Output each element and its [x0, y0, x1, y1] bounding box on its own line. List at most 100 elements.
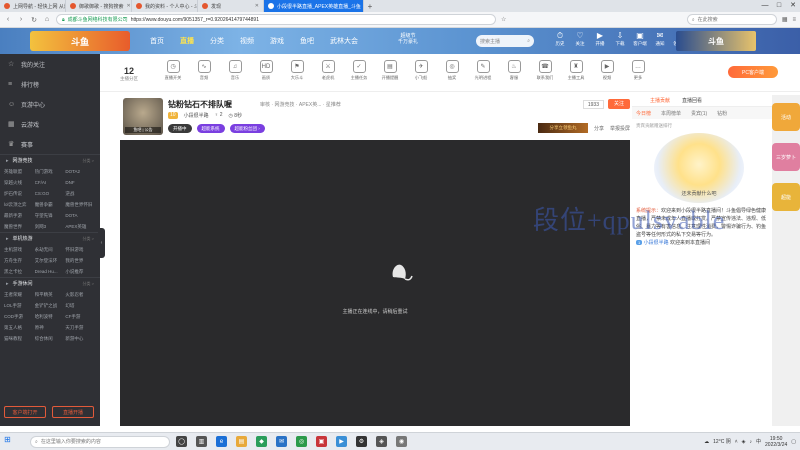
- report-button[interactable]: 举报投屏: [610, 125, 630, 132]
- sidebar-category-link[interactable]: CF/AI: [35, 177, 66, 188]
- category-item[interactable]: ◷ 直播开关: [160, 60, 186, 81]
- sidebar-category-link[interactable]: 天刀手游: [65, 322, 96, 333]
- sidebar-item[interactable]: ♛ 赛事: [0, 134, 100, 154]
- browser-tab[interactable]: 御歌御歌 - 搜狗搜索 ✕: [66, 0, 132, 12]
- sidebar-category-link[interactable]: 守望先锋: [35, 210, 66, 221]
- header-action[interactable]: ♡ 关注: [573, 31, 587, 47]
- sidebar-category-link[interactable]: 王者荣耀: [4, 289, 35, 300]
- sidebar-category-link[interactable]: 和平精英: [35, 289, 66, 300]
- pc-client-button[interactable]: PC客户端: [728, 66, 778, 78]
- notification-icon[interactable]: ▢: [791, 439, 796, 445]
- browser-tab[interactable]: 小段很半路直播_APEX英雄直播_斗鱼✕: [264, 0, 364, 12]
- category-item[interactable]: ☎ 联系我们: [532, 60, 558, 81]
- category-item[interactable]: ⚔ 老虎机: [315, 60, 341, 81]
- sidebar-category-link[interactable]: 剑网3: [35, 221, 66, 232]
- sidebar-category-link[interactable]: 艾尔登法环: [35, 255, 66, 266]
- new-tab-button[interactable]: +: [364, 0, 376, 12]
- sidebar-category-link[interactable]: 逆战: [65, 188, 96, 199]
- taskbar-app-icon[interactable]: ✉: [276, 436, 287, 447]
- sidebar-category-link[interactable]: 金铲铲之战: [35, 300, 66, 311]
- category-item[interactable]: ♨ 客服: [501, 60, 527, 81]
- sidebar-item[interactable]: ▦ 云游戏: [0, 114, 100, 134]
- host-name[interactable]: 小段很半路: [184, 112, 209, 119]
- clock[interactable]: 19:50 2022/3/24: [765, 436, 787, 448]
- douyu-logo[interactable]: 斗鱼: [30, 31, 130, 51]
- chat-tab[interactable]: 直播回看: [682, 97, 702, 104]
- nav-link[interactable]: 鱼吧: [300, 36, 314, 46]
- rank-tab[interactable]: 贵宾(1): [691, 110, 707, 117]
- sidebar-collapse-button[interactable]: ‹: [98, 228, 105, 258]
- gift-banner[interactable]: 分享立领鱼丸: [537, 123, 588, 133]
- sidebar-category-link[interactable]: 魔兽世界怀旧: [65, 199, 96, 210]
- header-action[interactable]: ▣ 客户端: [633, 31, 647, 47]
- sidebar-category-link[interactable]: 英雄联盟: [4, 166, 35, 177]
- nav-link[interactable]: 游戏: [270, 36, 284, 46]
- category-item[interactable]: ▶ 视频: [594, 60, 620, 81]
- network-icon[interactable]: ◈: [742, 439, 746, 445]
- category-item[interactable]: ◎ 抽奖: [439, 60, 465, 81]
- category-item[interactable]: ✈ 小飞船: [408, 60, 434, 81]
- promo-badge[interactable]: 超级节 千万豪礼: [398, 33, 418, 45]
- sidebar-section-more[interactable]: 分类 >: [83, 158, 94, 164]
- taskbar-app-icon[interactable]: ▤: [236, 436, 247, 447]
- minimize-button[interactable]: —: [758, 0, 772, 12]
- header-action[interactable]: ⇩ 下载: [613, 31, 627, 47]
- activity-icon[interactable]: 活动: [772, 103, 800, 131]
- room-badge[interactable]: 超能系统: [196, 124, 225, 133]
- browser-tab[interactable]: 上网导航 - 轻快上网 从这里开始✕: [0, 0, 66, 12]
- site-search-input[interactable]: 搜索主播 ⌕: [476, 35, 534, 47]
- sidebar-section-more[interactable]: 分类 >: [83, 236, 94, 242]
- sidebar-category-link[interactable]: CS:GO: [35, 188, 66, 199]
- category-item[interactable]: ♜ 主播工具: [563, 60, 589, 81]
- nav-link[interactable]: 视频: [240, 36, 254, 46]
- category-item[interactable]: ♫ 音乐: [222, 60, 248, 81]
- weather-text[interactable]: 12°C 阴: [713, 438, 731, 445]
- menu-icon[interactable]: ≡: [792, 17, 796, 23]
- back-icon[interactable]: ‹: [4, 16, 12, 23]
- sidebar-category-link[interactable]: LOL手游: [4, 300, 35, 311]
- taskbar-app-icon[interactable]: ▣: [316, 436, 327, 447]
- sidebar-item[interactable]: ☆ 我的关注: [0, 54, 100, 74]
- sidebar-category-link[interactable]: 幻塔: [65, 300, 96, 311]
- taskbar-app-icon[interactable]: ◎: [296, 436, 307, 447]
- search-icon[interactable]: ⌕: [527, 38, 530, 44]
- sidebar-category-link[interactable]: 魔兽世界: [4, 221, 35, 232]
- rank-tab[interactable]: 钻粉: [717, 110, 727, 117]
- extensions-icon[interactable]: ▦: [782, 16, 788, 23]
- room-badge[interactable]: 开播中: [168, 124, 192, 133]
- share-button[interactable]: 分享: [594, 125, 604, 132]
- close-window-button[interactable]: ✕: [786, 0, 800, 12]
- sidebar-category-link[interactable]: 热门游戏: [35, 166, 66, 177]
- sidebar-item[interactable]: ☺ 页游中心: [0, 94, 100, 114]
- browser-tab[interactable]: 发现 ✕: [198, 0, 264, 12]
- star-icon[interactable]: ☆: [501, 16, 506, 23]
- activity-icon[interactable]: 超能: [772, 183, 800, 211]
- category-item[interactable]: ✎ 光明进程: [470, 60, 496, 81]
- category-item[interactable]: ∿ 音频: [191, 60, 217, 81]
- sidebar-section-more[interactable]: 分类 >: [83, 281, 94, 287]
- sidebar-category-link[interactable]: 炉石传说: [4, 188, 35, 199]
- anchor-avatar[interactable]: 鱼吧 | 公告: [123, 98, 163, 135]
- sidebar-category-link[interactable]: 黑之卡拉: [4, 266, 35, 277]
- sidebar-category-link[interactable]: 火影忍者: [65, 289, 96, 300]
- sidebar-category-link[interactable]: 方舟生存: [4, 255, 35, 266]
- sidebar-category-link[interactable]: 第五人格: [4, 322, 35, 333]
- browser-tab[interactable]: 我的资料 - 个人中心 - 斗鱼✕: [132, 0, 198, 12]
- sidebar-category-link[interactable]: DNF: [65, 177, 96, 188]
- room-category[interactable]: 审核 · 网游竞技 · APEX英... · 星推荐: [260, 101, 341, 108]
- rank-tab[interactable]: 今日榜: [636, 110, 651, 117]
- sidebar-category-link[interactable]: 哈利波特: [35, 311, 66, 322]
- sidebar-category-link[interactable]: 最新手游: [4, 210, 35, 221]
- taskbar-app-icon[interactable]: ▥: [196, 436, 207, 447]
- taskbar-app-icon[interactable]: e: [216, 436, 227, 447]
- start-live-button[interactable]: 直播开播: [52, 406, 94, 418]
- activity-icon[interactable]: 三岁萝卜: [772, 143, 800, 171]
- nav-link[interactable]: 直播: [180, 36, 194, 46]
- open-client-button[interactable]: 客户端打开: [4, 406, 46, 418]
- home-icon[interactable]: ⌂: [43, 16, 51, 23]
- tray-arrow-icon[interactable]: ˄: [735, 439, 738, 445]
- category-item[interactable]: HD 画质: [253, 60, 279, 81]
- taskbar-app-icon[interactable]: ◉: [396, 436, 407, 447]
- sidebar-category-link[interactable]: Dread Hu...: [35, 266, 66, 277]
- taskbar-search-input[interactable]: ⌕ 在这里输入你要搜索的内容: [30, 435, 170, 448]
